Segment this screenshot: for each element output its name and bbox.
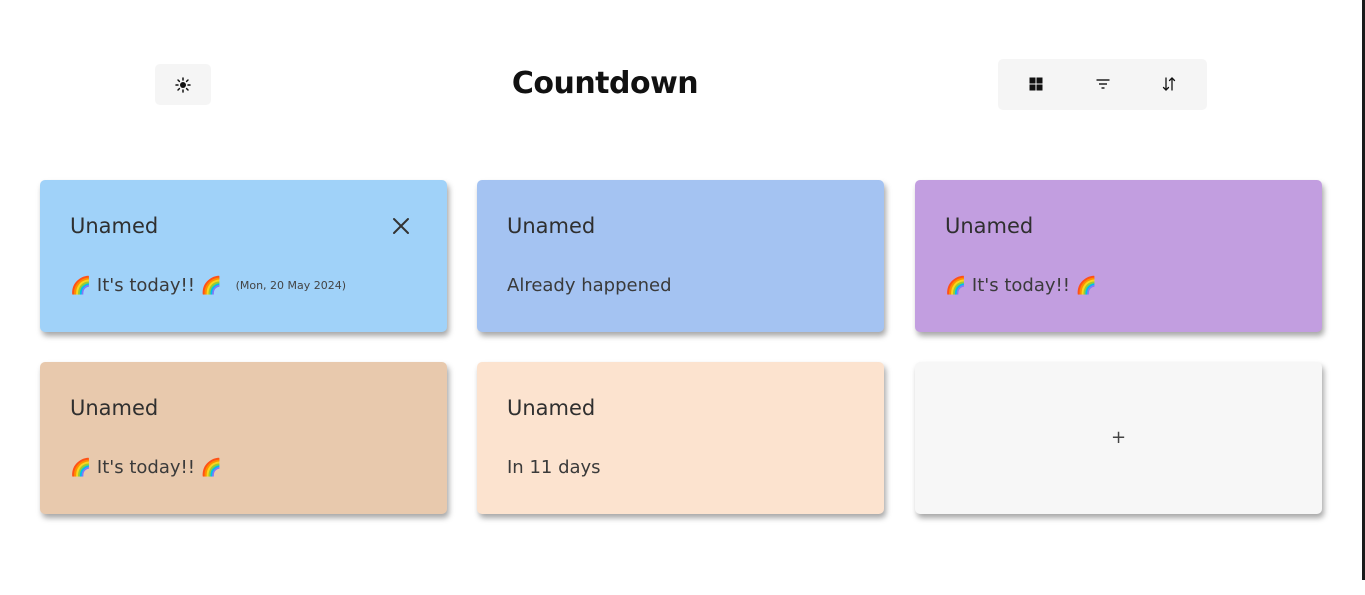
card-title: Unamed xyxy=(507,214,596,238)
filter-icon xyxy=(1096,79,1110,89)
card-date: (Mon, 20 May 2024) xyxy=(235,279,347,292)
filter-button[interactable] xyxy=(1091,72,1115,96)
card-status: It's today!! xyxy=(96,457,195,478)
rainbow-icon: 🌈 xyxy=(70,276,92,296)
card-status: Already happened xyxy=(507,275,672,296)
card-status-row: 🌈 It's today!! 🌈 (Mon, 20 May 2024) xyxy=(70,274,346,298)
sun-icon xyxy=(175,76,191,93)
rainbow-icon: 🌈 xyxy=(200,276,222,296)
sort-button[interactable] xyxy=(1157,72,1181,96)
rainbow-icon: 🌈 xyxy=(200,458,222,478)
grid-view-icon xyxy=(1029,77,1043,91)
page: Countdown Unamed 🌈 It's today!! 🌈 (Mon, … xyxy=(0,0,1365,595)
rainbow-icon: 🌈 xyxy=(945,276,967,296)
card-title: Unamed xyxy=(507,396,596,420)
card-status-row: Already happened xyxy=(507,274,672,298)
grid-view-button[interactable] xyxy=(1024,72,1048,96)
sort-icon xyxy=(1162,77,1176,91)
card-status-row: In 11 days xyxy=(507,456,601,480)
add-countdown-button[interactable]: + xyxy=(915,362,1322,514)
card-status: It's today!! xyxy=(96,275,195,296)
theme-toggle-button[interactable] xyxy=(155,64,211,105)
close-icon[interactable] xyxy=(391,216,411,236)
card-status: It's today!! xyxy=(971,275,1070,296)
countdown-card[interactable]: Unamed 🌈 It's today!! 🌈 (Mon, 20 May 202… xyxy=(40,180,447,332)
countdown-card[interactable]: Unamed 🌈 It's today!! 🌈 xyxy=(40,362,447,514)
plus-icon: + xyxy=(1110,427,1127,448)
card-status: In 11 days xyxy=(507,457,601,478)
header: Countdown xyxy=(0,0,1362,150)
view-toolbar xyxy=(998,59,1207,110)
countdown-card[interactable]: Unamed Already happened xyxy=(477,180,884,332)
card-status-row: 🌈 It's today!! 🌈 xyxy=(70,456,222,480)
card-title: Unamed xyxy=(70,214,159,238)
page-title: Countdown xyxy=(511,66,699,101)
countdown-card[interactable]: Unamed In 11 days xyxy=(477,362,884,514)
card-title: Unamed xyxy=(945,214,1034,238)
card-title: Unamed xyxy=(70,396,159,420)
card-status-row: 🌈 It's today!! 🌈 xyxy=(945,274,1097,298)
rainbow-icon: 🌈 xyxy=(70,458,92,478)
countdown-card[interactable]: Unamed 🌈 It's today!! 🌈 xyxy=(915,180,1322,332)
rainbow-icon: 🌈 xyxy=(1075,276,1097,296)
